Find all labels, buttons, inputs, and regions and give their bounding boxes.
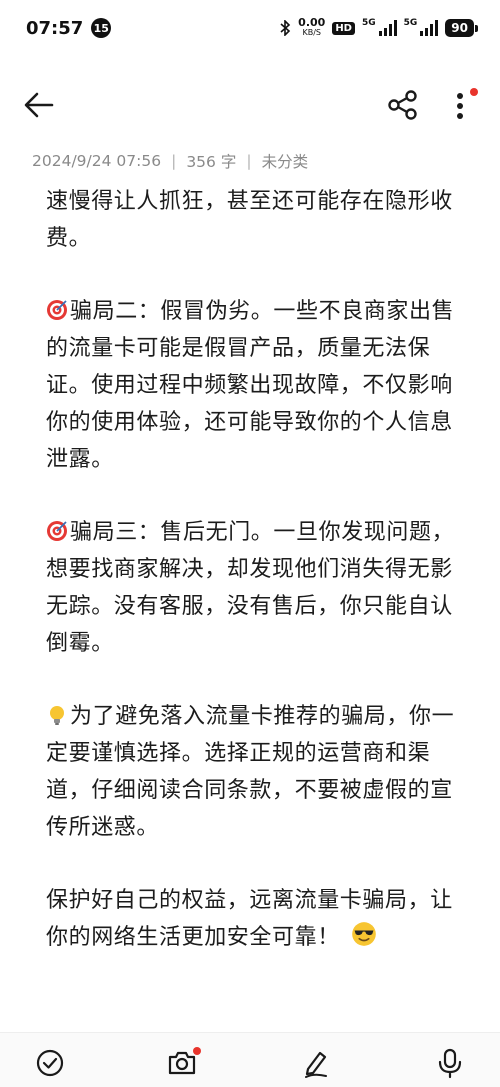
more-options-badge-dot xyxy=(470,88,478,96)
voice-input-button[interactable] xyxy=(434,1047,466,1079)
note-meta: 2024/9/24 07:56 | 356 字 | 未分类 xyxy=(32,150,308,172)
target-emoji-icon xyxy=(47,300,67,320)
status-bar: 07:57 15 0.00 KB/S HD 5G 5G 90 xyxy=(0,0,500,56)
paragraph-text: 为了避免落入流量卡推荐的骗局，你一定要谨慎选择。选择正规的运营商和渠道，仔细阅读… xyxy=(46,704,455,840)
meta-divider: | xyxy=(246,152,252,170)
bottom-toolbar xyxy=(0,1032,500,1087)
camera-badge-dot xyxy=(193,1047,201,1055)
note-category[interactable]: 未分类 xyxy=(262,150,309,172)
note-paragraph: 骗局二：假冒伪劣。一些不良商家出售的流量卡可能是假冒产品，质量无法保证。使用过程… xyxy=(46,293,462,478)
handwriting-button[interactable] xyxy=(300,1047,332,1079)
status-right: 0.00 KB/S HD 5G 5G 90 xyxy=(280,17,478,38)
note-paragraph: 为了避免落入流量卡推荐的骗局，你一定要谨慎选择。选择正规的运营商和渠道，仔细阅读… xyxy=(46,698,462,846)
hd-badge: HD xyxy=(332,21,355,35)
status-left: 07:57 15 xyxy=(26,17,112,39)
note-word-count: 356 字 xyxy=(186,153,237,171)
paragraph-text: 骗局三：售后无门。一旦你发现问题，想要找商家解决，却发现他们消失得无影无踪。没有… xyxy=(46,520,455,656)
notification-count-badge: 15 xyxy=(91,18,112,38)
sim1-signal-icon xyxy=(378,20,397,36)
more-options-button[interactable] xyxy=(446,86,478,124)
share-button[interactable] xyxy=(386,88,420,122)
bluetooth-icon xyxy=(280,20,291,36)
microphone-icon xyxy=(438,1048,462,1079)
note-body[interactable]: 速慢得让人抓狂，甚至还可能存在隐形收费。 骗局二：假冒伪劣。一些不良商家出售的流… xyxy=(46,183,462,1033)
meta-divider: | xyxy=(171,152,177,170)
back-button[interactable] xyxy=(22,88,56,122)
share-icon xyxy=(388,90,417,120)
camera-button[interactable] xyxy=(166,1047,201,1079)
note-paragraph: 骗局三：售后无门。一旦你发现问题，想要找商家解决，却发现他们消失得无影无踪。没有… xyxy=(46,514,462,662)
sunglasses-emoji-icon xyxy=(352,922,377,946)
network-speed-unit: KB/S xyxy=(302,28,321,37)
checklist-button[interactable] xyxy=(34,1047,66,1079)
status-time: 07:57 xyxy=(26,17,84,39)
sim2-label: 5G xyxy=(403,18,418,28)
note-date: 2024/9/24 07:56 xyxy=(32,152,162,170)
note-paragraph: 保护好自己的权益，远离流量卡骗局，让你的网络生活更加安全可靠！ xyxy=(46,882,462,956)
check-circle-icon xyxy=(36,1049,64,1077)
target-emoji-icon xyxy=(47,521,67,541)
network-speed: 0.00 KB/S xyxy=(298,17,325,38)
sim1-label: 5G xyxy=(361,18,376,28)
sim2-signal-icon xyxy=(420,20,439,36)
paragraph-text: 骗局二：假冒伪劣。一些不良商家出售的流量卡可能是假冒产品，质量无法保证。使用过程… xyxy=(46,299,455,472)
paragraph-text: 保护好自己的权益，远离流量卡骗局，让你的网络生活更加安全可靠！ xyxy=(46,888,453,950)
note-paragraph: 速慢得让人抓狂，甚至还可能存在隐形收费。 xyxy=(46,183,462,257)
pen-icon xyxy=(305,1051,327,1078)
battery-icon: 90 xyxy=(445,19,478,37)
top-app-bar xyxy=(0,76,500,134)
arrow-left-icon xyxy=(24,92,54,118)
paragraph-text: 速慢得让人抓狂，甚至还可能存在隐形收费。 xyxy=(46,189,453,251)
lightbulb-emoji-icon xyxy=(50,706,64,725)
